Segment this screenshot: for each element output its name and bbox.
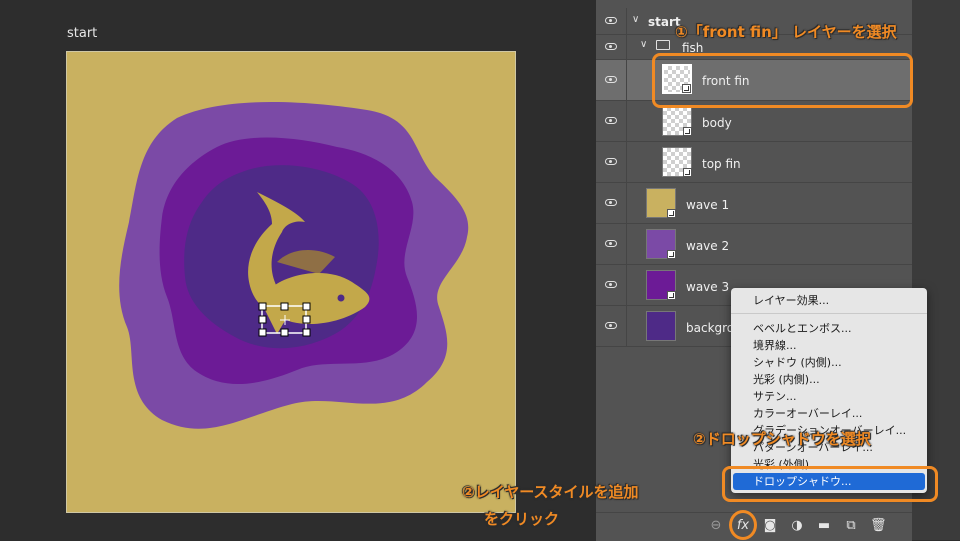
layer-thumbnail <box>646 311 676 341</box>
mask-icon[interactable]: ◙ <box>762 518 778 534</box>
highlight-drop-shadow <box>722 466 938 502</box>
eye-icon <box>605 117 617 124</box>
visibility-toggle[interactable] <box>596 101 627 141</box>
layer-wave-1[interactable]: wave 1 <box>596 183 912 224</box>
menu-item-satin[interactable]: サテン... <box>753 389 797 405</box>
highlight-fx-button <box>729 510 757 540</box>
annotation-step-1: ①「front fin」 レイヤーを選択 <box>675 23 897 41</box>
layer-wave-2[interactable]: wave 2 <box>596 224 912 265</box>
eye-icon <box>605 158 617 165</box>
visibility-toggle[interactable] <box>596 306 627 346</box>
adjustment-icon[interactable]: ◑ <box>789 518 805 534</box>
layer-name: wave 3 <box>686 280 730 294</box>
layer-thumbnail <box>646 188 676 218</box>
annotation-step-3: ②ドロップシャドウを選択 <box>693 430 871 448</box>
smart-object-icon <box>667 250 676 259</box>
eye-icon <box>605 281 617 288</box>
chevron-down-icon[interactable]: ∨ <box>632 14 639 25</box>
highlight-front-fin <box>652 53 913 108</box>
smart-object-icon <box>667 291 676 300</box>
eye-icon <box>605 240 617 247</box>
menu-item-stroke[interactable]: 境界線... <box>753 338 797 354</box>
visibility-toggle[interactable] <box>596 265 627 305</box>
menu-item-color-overlay[interactable]: カラーオーバーレイ... <box>753 406 862 422</box>
new-group-icon[interactable]: ▬ <box>816 518 832 534</box>
eye-icon <box>605 322 617 329</box>
visibility-toggle[interactable] <box>596 142 627 182</box>
menu-item-inner-shadow[interactable]: シャドウ (内側)... <box>753 355 842 371</box>
menu-item-layer-effects[interactable]: レイヤー効果... <box>753 293 829 309</box>
folder-icon <box>656 40 670 50</box>
eye-icon <box>605 199 617 206</box>
smart-object-icon <box>683 127 692 136</box>
layer-thumbnail <box>662 106 692 136</box>
visibility-toggle[interactable] <box>596 35 627 59</box>
link-icon[interactable]: ⊖ <box>708 518 724 534</box>
layer-name: wave 2 <box>686 239 730 253</box>
layer-thumbnail <box>646 229 676 259</box>
visibility-toggle[interactable] <box>596 224 627 264</box>
layer-name: wave 1 <box>686 198 730 212</box>
artboard[interactable] <box>66 51 516 513</box>
layer-thumbnail <box>662 147 692 177</box>
trash-icon[interactable]: 🗑 <box>870 518 887 534</box>
annotation-step-2-line1: ②レイヤースタイルを追加 <box>462 483 639 501</box>
smart-object-icon <box>667 209 676 218</box>
menu-item-inner-glow[interactable]: 光彩 (内側)... <box>753 372 820 388</box>
chevron-down-icon[interactable]: ∨ <box>640 39 647 50</box>
layer-thumbnail <box>646 270 676 300</box>
visibility-toggle[interactable] <box>596 60 627 100</box>
eye-icon <box>605 43 617 50</box>
layer-style-menu: レイヤー効果... ベベルとエンボス... 境界線... シャドウ (内側)..… <box>731 288 927 493</box>
menu-separator <box>731 313 927 314</box>
fish-eye <box>337 294 345 302</box>
artwork <box>67 52 515 512</box>
layer-top-fin[interactable]: top fin <box>596 142 912 183</box>
layer-name: top fin <box>702 157 741 171</box>
eye-icon <box>605 17 617 24</box>
new-layer-icon[interactable]: ⧉ <box>843 518 859 534</box>
canvas-area: start <box>0 0 590 540</box>
layer-name: body <box>702 116 732 130</box>
eye-icon <box>605 76 617 83</box>
menu-item-bevel-emboss[interactable]: ベベルとエンボス... <box>753 321 852 337</box>
visibility-toggle[interactable] <box>596 183 627 223</box>
visibility-toggle[interactable] <box>596 8 627 34</box>
annotation-step-2-line2: をクリック <box>484 510 560 528</box>
smart-object-icon <box>683 168 692 177</box>
document-title: start <box>67 26 98 41</box>
